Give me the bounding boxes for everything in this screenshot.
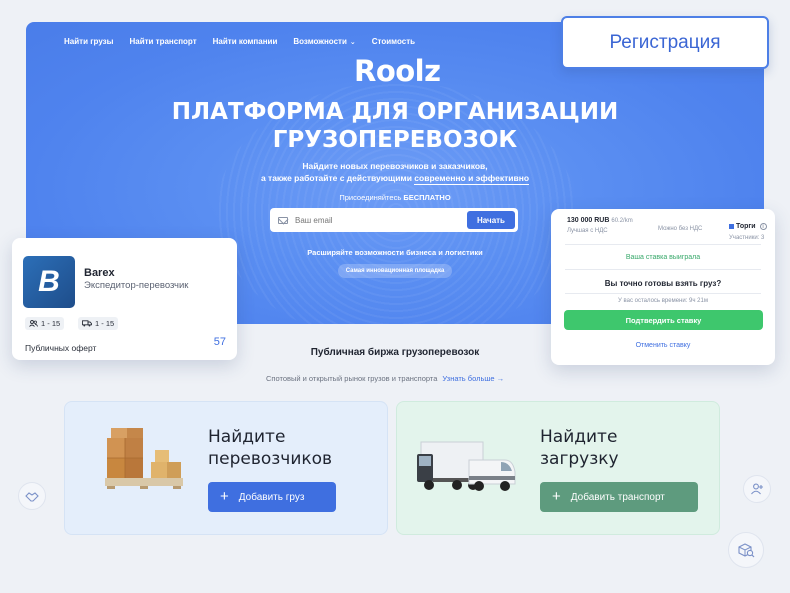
hero-subtitle-underlined: современно и эффективно xyxy=(414,172,530,185)
company-type: Экспедитор-перевозчик xyxy=(84,280,189,291)
exchange-subtitle-text: Спотовый и открытый рынок грузов и транс… xyxy=(266,374,438,383)
find-cargo-title: Найдите загрузку xyxy=(540,426,619,470)
company-logo: B xyxy=(23,256,75,308)
add-transport-label: Добавить транспорт xyxy=(570,491,665,503)
find-carriers-title-line2: перевозчиков xyxy=(208,449,333,469)
hero-subtitle-line1: Найдите новых перевозчиков и заказчиков, xyxy=(302,161,488,171)
confirm-bid-button[interactable]: Подтвердить ставку xyxy=(564,310,763,330)
mail-icon xyxy=(278,216,288,224)
trucks-count: 1 - 15 xyxy=(95,319,115,328)
nav-features[interactable]: Возможности ⌄ xyxy=(293,37,355,46)
learn-more-label: Узнать больше xyxy=(442,374,495,383)
add-cargo-button[interactable]: + Добавить груз xyxy=(208,482,336,512)
find-carriers-card: Найдите перевозчиков + Добавить груз xyxy=(64,401,388,535)
nav-find-cargo[interactable]: Найти грузы xyxy=(64,37,113,46)
hero-title-line2: ГРУЗОПЕРЕВОЗОК xyxy=(272,127,518,153)
nav-features-label: Возможности xyxy=(293,37,347,46)
participants-count: Участники: 3 xyxy=(729,235,765,241)
find-cargo-title-line1: Найдите xyxy=(540,427,618,447)
plus-icon: + xyxy=(552,488,561,505)
nav-pricing[interactable]: Стоимость xyxy=(372,37,415,46)
bid-price: 130 000 RUB 60.2/km xyxy=(567,217,633,224)
top-nav: Найти грузы Найти транспорт Найти компан… xyxy=(64,37,415,46)
divider xyxy=(565,293,761,294)
find-cargo-title-line2: загрузку xyxy=(540,449,619,469)
boxes-illustration xyxy=(105,428,183,489)
bid-card: 130 000 RUB 60.2/km Лучшая с НДС Можно б… xyxy=(551,209,775,365)
exchange-title: Публичная биржа грузоперевозок xyxy=(310,347,480,358)
email-input[interactable] xyxy=(295,215,455,225)
find-cargo-card: Найдите загрузку + Добавить транспорт xyxy=(396,401,720,535)
find-carriers-title-line1: Найдите xyxy=(208,427,286,447)
time-left: У вас осталось времени: 9ч 21м xyxy=(618,298,708,304)
join-text-free: БЕСПЛАТНО xyxy=(403,193,451,202)
hero-title-line1: ПЛАТФОРМА ДЛЯ ОРГАНИЗАЦИИ xyxy=(171,99,619,125)
start-button[interactable]: Начать xyxy=(467,211,515,229)
join-text: Присоединяйтесь БЕСПЛАТНО xyxy=(26,193,764,202)
hero-subtitle: Найдите новых перевозчиков и заказчиков,… xyxy=(26,161,764,185)
employees-count: 1 - 15 xyxy=(41,319,61,328)
info-icon[interactable]: i xyxy=(759,223,767,230)
divider xyxy=(565,269,761,270)
plus-icon: + xyxy=(220,488,229,505)
bid-won-text: Ваша ставка выиграла xyxy=(625,254,701,261)
auction-text: Торги xyxy=(736,223,756,230)
company-card[interactable]: B Barex Экспедитор-перевозчик 1 - 15 1 -… xyxy=(12,238,237,360)
register-button[interactable]: Регистрация xyxy=(561,16,769,69)
add-user-icon[interactable] xyxy=(743,475,771,503)
trucks-illustration xyxy=(417,441,516,491)
learn-more-link[interactable]: Узнать больше → xyxy=(442,374,504,383)
arrow-right-icon: → xyxy=(496,374,505,383)
nav-find-companies[interactable]: Найти компании xyxy=(213,37,278,46)
auction-label: Торги i xyxy=(729,223,767,230)
bid-question: Вы точно готовы взять груз? xyxy=(604,279,722,288)
employees-badge: 1 - 15 xyxy=(25,317,65,330)
roolz-logo[interactable]: Roolz xyxy=(354,54,441,88)
add-cargo-label: Добавить груз xyxy=(238,491,305,503)
email-signup-form: Начать xyxy=(270,208,518,232)
bid-vat-best: Лучшая с НДС xyxy=(567,228,608,234)
innovation-pill: Самая инновационная площадка xyxy=(338,264,452,278)
bid-price-value: 130 000 RUB xyxy=(567,217,610,224)
bid-per-km: 60.2/km xyxy=(611,218,633,224)
chevron-down-icon: ⌄ xyxy=(349,39,356,46)
auction-marker xyxy=(729,224,734,229)
users-icon xyxy=(29,320,38,327)
divider xyxy=(565,244,761,245)
exchange-subtitle: Спотовый и открытый рынок грузов и транс… xyxy=(266,374,504,383)
truck-icon xyxy=(82,320,92,327)
add-transport-button[interactable]: + Добавить транспорт xyxy=(540,482,698,512)
find-carriers-title: Найдите перевозчиков xyxy=(208,426,332,470)
nav-find-transport[interactable]: Найти транспорт xyxy=(129,37,196,46)
company-name: Barex xyxy=(84,267,115,279)
join-text-pre: Присоединяйтесь xyxy=(339,193,404,202)
hero-subtitle-line2-pre: а также работайте с действующими xyxy=(260,172,415,183)
trucks-badge: 1 - 15 xyxy=(78,317,119,330)
handshake-icon[interactable] xyxy=(18,482,46,510)
box-search-icon[interactable] xyxy=(728,532,764,568)
hero-subtitle-line2: а также работайте с действующими совреме… xyxy=(26,172,764,185)
hero-title: ПЛАТФОРМА ДЛЯ ОРГАНИЗАЦИИ ГРУЗОПЕРЕВОЗОК xyxy=(26,98,764,154)
bid-vat-possible: Можно без НДС xyxy=(658,226,703,232)
